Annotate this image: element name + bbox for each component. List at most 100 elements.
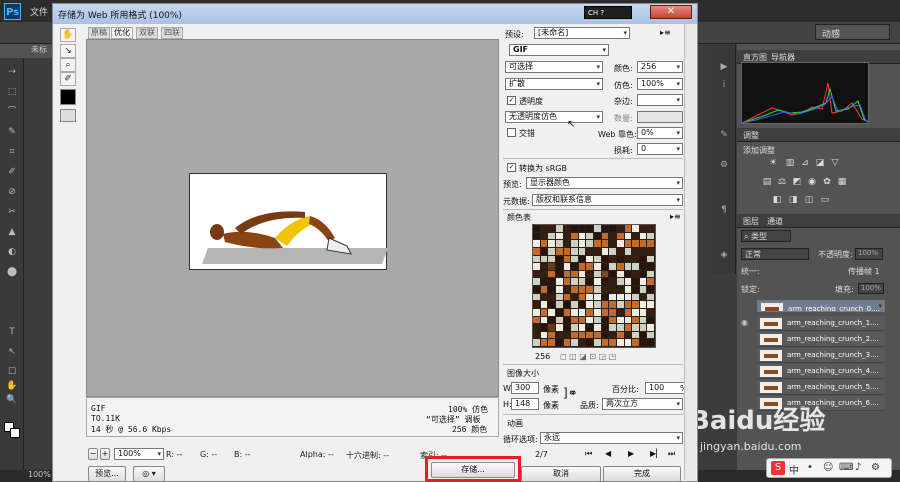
- color-table-swatch[interactable]: [571, 255, 579, 264]
- color-table-swatch[interactable]: [594, 232, 602, 241]
- background-color-swatch[interactable]: [10, 428, 20, 438]
- color-table-swatch[interactable]: [624, 286, 633, 294]
- preset-select[interactable]: [未命名]: [534, 27, 630, 39]
- color-table-swatch[interactable]: [571, 263, 579, 271]
- color-table-swatch[interactable]: [563, 225, 572, 233]
- color-table-swatch[interactable]: [563, 240, 572, 248]
- color-table-swatch[interactable]: [563, 316, 572, 325]
- color-table-swatch[interactable]: [624, 240, 633, 248]
- color-table-swatch[interactable]: [548, 339, 556, 347]
- color-table-swatch[interactable]: [578, 324, 587, 332]
- color-table-swatch[interactable]: [533, 263, 541, 271]
- color-table-swatch[interactable]: [647, 339, 655, 347]
- color-table-swatch[interactable]: [548, 270, 556, 279]
- color-table-swatch[interactable]: [594, 225, 602, 233]
- color-table-swatch[interactable]: [533, 301, 541, 309]
- format-select[interactable]: GIF: [509, 44, 609, 56]
- color-table-swatch[interactable]: [647, 293, 655, 302]
- color-table-swatch[interactable]: [594, 324, 602, 332]
- marquee-tool-icon[interactable]: ⬚: [5, 86, 19, 98]
- color-table-swatch[interactable]: [632, 232, 640, 241]
- color-table-swatch[interactable]: [647, 316, 655, 325]
- lasso-tool-icon[interactable]: ⌒: [5, 106, 19, 118]
- color-table-swatch[interactable]: [616, 240, 625, 248]
- color-table-swatch[interactable]: [632, 331, 640, 340]
- color-table-swatch[interactable]: [548, 247, 556, 256]
- hand-tool-icon[interactable]: ✋: [60, 28, 76, 42]
- color-table-swatch[interactable]: [601, 255, 610, 264]
- color-table-swatch[interactable]: [578, 225, 587, 233]
- color-table-swatch[interactable]: [601, 240, 610, 248]
- color-table-swatch[interactable]: [632, 301, 640, 309]
- color-table-swatch[interactable]: [609, 316, 617, 325]
- color-table-swatch[interactable]: [616, 331, 625, 340]
- color-table-swatch[interactable]: [555, 308, 564, 317]
- move-tool-icon[interactable]: ⇢: [5, 66, 19, 78]
- color-table-swatch[interactable]: [616, 308, 625, 317]
- color-table-swatch[interactable]: [594, 293, 602, 302]
- color-table-swatch[interactable]: [533, 324, 541, 332]
- color-table-swatch[interactable]: [639, 316, 648, 325]
- brush-tool-icon[interactable]: ✂: [5, 206, 19, 218]
- color-table-swatch[interactable]: [601, 247, 610, 256]
- color-table-swatch[interactable]: [632, 308, 640, 317]
- color-table-swatch[interactable]: [624, 232, 633, 241]
- metadata-select[interactable]: 版权和联系信息: [532, 194, 683, 206]
- color-table-swatch[interactable]: [533, 339, 541, 347]
- color-table-swatch[interactable]: [647, 255, 655, 264]
- color-table-swatch[interactable]: [563, 331, 572, 340]
- color-table-swatch[interactable]: [563, 308, 572, 317]
- history-brush-tool-icon[interactable]: ◐: [5, 246, 19, 258]
- color-table-swatch[interactable]: [616, 324, 625, 332]
- color-table-swatch[interactable]: [601, 278, 610, 286]
- color-table-swatch[interactable]: [586, 247, 594, 256]
- interlaced-checkbox[interactable]: [507, 128, 516, 137]
- color-table-swatch[interactable]: [533, 308, 541, 317]
- posterize-icon[interactable]: ◨: [788, 195, 798, 205]
- levels-icon[interactable]: ▥: [785, 158, 795, 168]
- cube-icon[interactable]: ◈: [717, 250, 731, 262]
- color-table-swatch[interactable]: [571, 240, 579, 248]
- first-frame-button[interactable]: ⏮: [585, 449, 592, 459]
- color-table-swatch[interactable]: [533, 316, 541, 325]
- color-table-swatch[interactable]: [533, 240, 541, 248]
- color-table-swatch[interactable]: [578, 263, 587, 271]
- color-table-swatch[interactable]: [540, 308, 549, 317]
- color-table-swatch[interactable]: [647, 324, 655, 332]
- color-table-swatch[interactable]: [563, 324, 572, 332]
- dither-amount[interactable]: 100%: [637, 78, 683, 90]
- color-table-swatch[interactable]: [533, 293, 541, 302]
- propagate-frame-label[interactable]: 传播帧 1: [848, 266, 880, 277]
- eyedropper-tool-icon[interactable]: ✐: [5, 166, 19, 178]
- tab-channels[interactable]: 通道: [767, 216, 783, 227]
- vibrance-icon[interactable]: ▽: [830, 158, 840, 168]
- color-table-swatch[interactable]: [540, 278, 549, 286]
- quality-select[interactable]: 两次立方: [602, 398, 683, 410]
- color-table-swatch[interactable]: [647, 301, 655, 309]
- next-frame-button[interactable]: ▶▏: [650, 449, 662, 458]
- color-table[interactable]: [532, 224, 656, 348]
- play-button[interactable]: ▶: [628, 449, 634, 458]
- height-field[interactable]: 148: [511, 398, 539, 410]
- color-table-swatch[interactable]: [586, 293, 594, 302]
- color-table-swatch[interactable]: [594, 263, 602, 271]
- color-table-swatch[interactable]: [586, 286, 594, 294]
- color-table-swatch[interactable]: [609, 270, 617, 279]
- color-table-swatch[interactable]: [578, 255, 587, 264]
- color-table-swatch[interactable]: [571, 247, 579, 256]
- color-table-swatch[interactable]: [578, 293, 587, 302]
- color-table-swatch[interactable]: [578, 308, 587, 317]
- color-table-swatch[interactable]: [616, 316, 625, 325]
- fill-field[interactable]: 100%: [858, 283, 884, 294]
- color-table-swatch[interactable]: [624, 301, 633, 309]
- color-table-swatch[interactable]: [639, 286, 648, 294]
- color-table-swatch[interactable]: [533, 247, 541, 256]
- color-table-swatch[interactable]: [548, 316, 556, 325]
- color-table-swatch[interactable]: [548, 331, 556, 340]
- paragraph-icon[interactable]: ¶: [717, 205, 731, 217]
- color-table-swatch[interactable]: [639, 301, 648, 309]
- percent-field[interactable]: 100: [645, 382, 685, 394]
- punctuation-icon[interactable]: •: [807, 462, 813, 473]
- shape-tool-icon[interactable]: ☐: [5, 366, 19, 378]
- color-table-swatch[interactable]: [639, 293, 648, 302]
